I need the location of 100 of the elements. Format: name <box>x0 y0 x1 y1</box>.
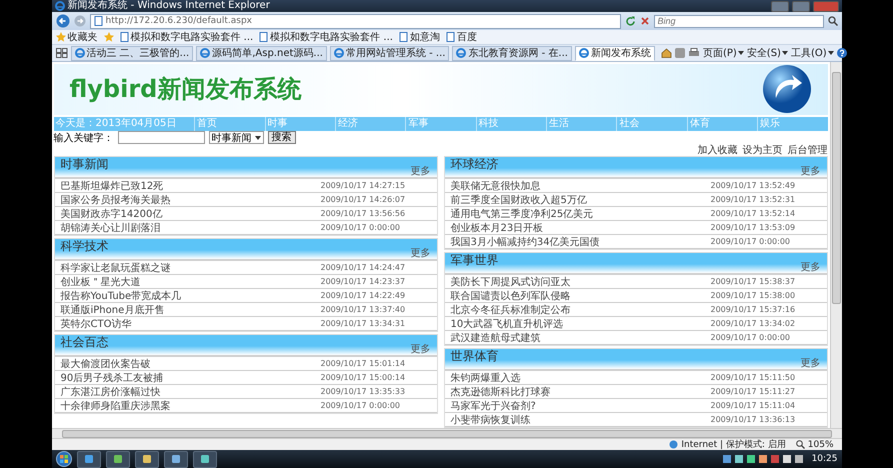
news-link[interactable]: 90后男子残杀工友被捕 <box>60 370 164 384</box>
taskbar-app-button[interactable] <box>192 450 216 468</box>
scrollbar-thumb[interactable] <box>832 72 840 304</box>
maximize-button[interactable] <box>792 0 810 12</box>
close-button[interactable] <box>812 0 838 12</box>
home-icon[interactable] <box>660 48 672 58</box>
scrollbar-thumb[interactable] <box>62 430 832 438</box>
search-button[interactable]: 搜索 <box>268 131 296 144</box>
news-link[interactable]: 创业板本月23日开板 <box>450 220 544 234</box>
news-time: 2009/10/17 14:27:15 <box>320 181 406 190</box>
news-link[interactable]: 报告称YouTube带宽成本几 <box>60 288 182 302</box>
site-logo-text: flybird新闻发布系统 <box>70 74 302 106</box>
refresh-icon[interactable] <box>624 16 636 26</box>
news-time: 2009/10/17 14:22:49 <box>320 291 406 300</box>
print-icon[interactable] <box>688 48 700 58</box>
minimize-button[interactable] <box>770 0 788 12</box>
news-time: 2009/10/17 15:38:00 <box>710 291 796 300</box>
more-link[interactable]: 更多 <box>800 359 820 369</box>
news-link[interactable]: 美联储无意很快加息 <box>450 178 540 192</box>
browser-tab[interactable]: 东北教育资源网 - 在... <box>452 46 572 60</box>
help-icon[interactable] <box>836 48 847 58</box>
command-menu[interactable]: 页面(P) <box>702 46 744 60</box>
back-icon[interactable] <box>56 14 70 28</box>
news-link[interactable]: 前三季度全国财政收入超5万亿 <box>450 192 587 206</box>
news-time: 2009/10/17 15:11:50 <box>710 373 796 382</box>
news-link[interactable]: 北京今冬征兵标准制定公布 <box>450 302 570 316</box>
header-link[interactable]: 设为主页 <box>742 145 782 156</box>
header-link[interactable]: 后台管理 <box>788 145 828 156</box>
section-title: 环球经济 <box>450 157 498 172</box>
news-link[interactable]: 创业板＂星光大道 <box>60 274 140 288</box>
command-menu[interactable]: 工具(O) <box>790 46 834 60</box>
news-link[interactable]: 广东湛江房价涨幅过快 <box>60 384 160 398</box>
section-title: 世界体育 <box>450 349 498 364</box>
favorite-link[interactable]: 模拟和数字电路实验套件 ... <box>120 30 254 44</box>
taskbar-app-button[interactable] <box>164 450 188 468</box>
category-dropdown[interactable]: 时事新闻 <box>208 131 264 144</box>
favorite-link[interactable]: 百度 <box>446 30 477 44</box>
section-title: 科学技术 <box>60 239 108 254</box>
news-time: 2009/10/17 15:37:16 <box>710 305 796 314</box>
news-link[interactable]: 我国3月小幅减持约34亿美元国债 <box>450 234 600 248</box>
news-time: 2009/10/17 0:00:00 <box>320 223 401 232</box>
news-link[interactable]: 巴基斯坦爆炸已致12死 <box>60 178 164 192</box>
command-menu[interactable]: 安全(S) <box>746 46 788 60</box>
zoom-control[interactable]: 105% <box>796 440 834 450</box>
stop-icon[interactable] <box>640 16 650 26</box>
news-link[interactable]: 最大偷渡团伙案告破 <box>60 356 150 370</box>
section-title: 军事世界 <box>450 253 498 268</box>
more-link[interactable]: 更多 <box>800 263 820 273</box>
news-link[interactable]: 美国财政赤字14200亿 <box>60 206 162 220</box>
keyword-field[interactable] <box>118 131 204 144</box>
app-icon <box>170 454 180 464</box>
address-field[interactable]: http://172.20.6.230/default.aspx <box>90 14 620 28</box>
taskbar-app-button[interactable] <box>106 450 130 468</box>
more-link[interactable]: 更多 <box>410 167 430 177</box>
news-link[interactable]: 朱钧两爆重入选 <box>450 370 520 384</box>
favorite-link[interactable]: 如意淘 <box>398 30 440 44</box>
quick-tabs-icon[interactable] <box>56 48 68 58</box>
search-field[interactable]: Bing <box>654 14 824 28</box>
news-link[interactable]: 胡锦涛关心让川剧落泪 <box>60 220 160 234</box>
news-link[interactable]: 十余律师身陷重庆涉黑案 <box>60 398 170 412</box>
news-link[interactable]: 通用电气第三季度净利25亿美元 <box>450 206 594 220</box>
browser-logo-icon <box>54 1 64 11</box>
keyword-label: 输入关键字： <box>54 132 114 145</box>
taskbar-app-button[interactable] <box>134 450 158 468</box>
taskbar-app-button[interactable] <box>76 450 100 468</box>
news-link[interactable]: 10大武器飞机直升机评选 <box>450 316 564 330</box>
magnifier-icon <box>796 440 805 449</box>
search-icon[interactable] <box>828 16 838 26</box>
news-link[interactable]: 马家军光于兴奋剂? <box>450 398 536 412</box>
vertical-scrollbar[interactable] <box>830 62 842 428</box>
more-link[interactable]: 更多 <box>410 345 430 355</box>
news-link[interactable]: 科学家让老鼠玩蛋糕之谜 <box>60 260 170 274</box>
news-link[interactable]: 联通版iPhone月底开售 <box>60 302 164 316</box>
more-link[interactable]: 更多 <box>800 167 820 177</box>
news-time: 2009/10/17 13:52:49 <box>710 181 796 190</box>
news-link[interactable]: 联合国谴责以色列军队侵略 <box>450 288 570 302</box>
news-link[interactable]: 英特尔CTO访华 <box>60 316 132 330</box>
header-link[interactable]: 加入收藏 <box>698 145 738 156</box>
news-time: 2009/10/17 15:00:14 <box>320 373 406 382</box>
app-icon <box>112 454 122 464</box>
news-link[interactable]: 小斐带病恢复训练 <box>450 412 530 426</box>
news-link[interactable]: 武汉建造航母式建筑 <box>450 330 540 344</box>
news-link[interactable]: 杰克逊德斯科比打球赛 <box>450 384 550 398</box>
arrow-globe-icon <box>762 64 812 114</box>
start-orb-icon[interactable] <box>56 451 72 467</box>
favorite-link[interactable]: 模拟和数字电路实验套件 ... <box>259 30 393 44</box>
browser-tab[interactable]: 源码简单,Asp.net源码... <box>196 46 327 60</box>
news-time: 2009/10/17 13:52:31 <box>710 195 796 204</box>
browser-tab[interactable]: 常用网站管理系统 - ... <box>330 46 450 60</box>
news-time: 2009/10/17 13:52:14 <box>710 209 796 218</box>
tray-icons-drawing[interactable] <box>722 454 803 464</box>
news-time: 2009/10/17 15:01:14 <box>320 359 406 368</box>
horizontal-scrollbar[interactable] <box>52 428 842 438</box>
news-link[interactable]: 国家公务员报考海关最热 <box>60 192 170 206</box>
browser-tab[interactable]: 新闻发布系统 <box>574 46 655 60</box>
news-time: 2009/10/17 13:53:09 <box>710 223 796 232</box>
news-link[interactable]: 美防长下周提风式访问亚太 <box>450 274 570 288</box>
browser-tab[interactable]: 活动三 二、三极管的... <box>70 46 194 60</box>
more-link[interactable]: 更多 <box>410 249 430 259</box>
favorites-button[interactable]: 收藏夹 <box>56 30 98 44</box>
